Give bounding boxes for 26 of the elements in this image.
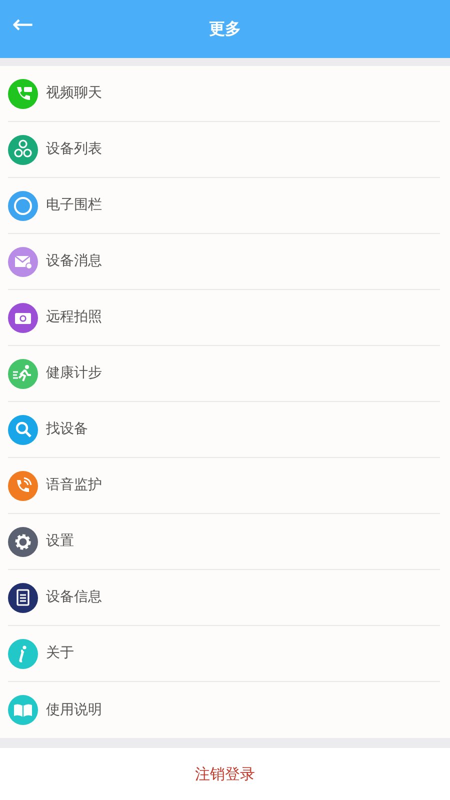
- document-icon: [8, 582, 38, 612]
- info-icon: [8, 638, 38, 668]
- menu-item[interactable]: 找设备: [8, 402, 440, 458]
- gear-icon: [8, 526, 38, 556]
- menu-item[interactable]: 设置: [8, 514, 440, 570]
- menu-item[interactable]: 设备列表: [8, 122, 440, 178]
- menu-item[interactable]: 远程拍照: [8, 290, 440, 346]
- book-icon: [8, 695, 38, 725]
- page-title: 更多: [209, 18, 241, 40]
- menu-item[interactable]: 关于: [8, 626, 440, 682]
- menu-item[interactable]: 设备消息: [8, 234, 440, 290]
- logout-button[interactable]: 注销登录: [0, 748, 450, 800]
- menu-item[interactable]: 使用说明: [8, 682, 440, 738]
- menu-item[interactable]: 设备信息: [8, 570, 440, 626]
- circles-icon: [8, 134, 38, 164]
- ring-icon: [8, 190, 38, 220]
- phone-icon: [8, 78, 38, 108]
- menu-item[interactable]: 电子围栏: [8, 178, 440, 234]
- menu-item[interactable]: 语音监护: [8, 458, 440, 514]
- search-icon: [8, 414, 38, 444]
- menu-item[interactable]: 健康计步: [8, 346, 440, 402]
- menu-item[interactable]: 视频聊天: [8, 66, 440, 122]
- envelope-icon: [8, 246, 38, 276]
- runner-icon: [8, 358, 38, 388]
- phone-icon: [8, 470, 38, 500]
- camera-icon: [8, 302, 38, 332]
